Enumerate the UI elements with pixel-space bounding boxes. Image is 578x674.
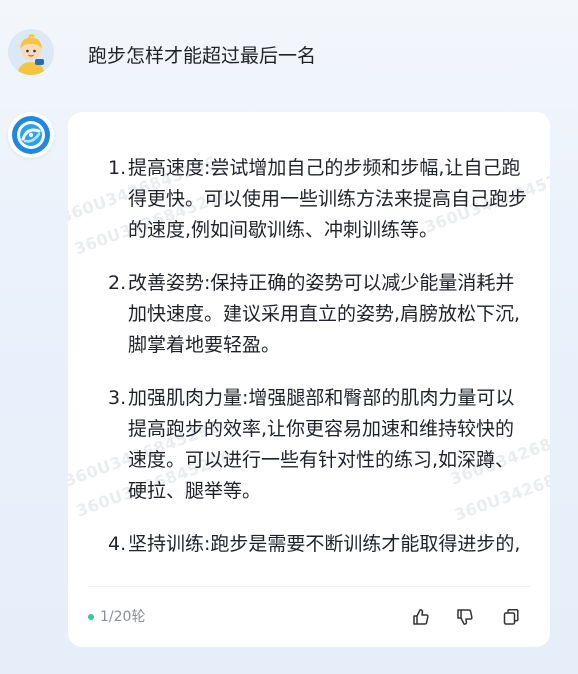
list-item: 3. 加强肌肉力量:增强腿部和臀部的肌肉力量可以提高跑步的效率,让你更容易加速和… [108, 383, 532, 507]
assistant-answer-card: 360U3426845296 360U3426845296 360U342684… [68, 112, 550, 647]
list-item-text: 提高速度:尝试增加自己的步频和步幅,让自己跑得更快。可以使用一些训练方法来提高自… [128, 157, 528, 241]
round-counter: 1/20轮 [100, 609, 146, 625]
round-status-dot [88, 614, 94, 620]
list-item-number: 3. [108, 387, 127, 409]
assistant-avatar [8, 112, 54, 158]
list-item-number: 4. [108, 533, 127, 555]
thumbs-up-icon [413, 609, 429, 625]
list-item-number: 2. [108, 272, 127, 294]
list-item-number: 1. [108, 157, 127, 179]
user-message: 跑步怎样才能超过最后一名 [0, 0, 578, 110]
thumbs-down-icon [457, 609, 473, 625]
user-avatar [8, 29, 54, 75]
card-divider [88, 586, 530, 587]
user-question-text: 跑步怎样才能超过最后一名 [88, 45, 317, 67]
list-item: 4. 坚持训练:跑步是需要不断训练才能取得进步的, [108, 529, 532, 560]
list-item-text: 坚持训练:跑步是需要不断训练才能取得进步的, [128, 533, 521, 555]
copy-icon [503, 609, 519, 625]
list-item: 1. 提高速度:尝试增加自己的步频和步幅,让自己跑得更快。可以使用一些训练方法来… [108, 153, 532, 246]
list-item-text: 改善姿势:保持正确的姿势可以减少能量消耗并加快速度。建议采用直立的姿势,肩膀放松… [128, 272, 521, 356]
thumbs-down-button[interactable] [454, 606, 476, 628]
copy-button[interactable] [500, 606, 522, 628]
list-item-text: 加强肌肉力量:增强腿部和臀部的肌肉力量可以提高跑步的效率,让你更容易加速和维持较… [128, 387, 515, 502]
answer-footer: 1/20轮 [88, 606, 530, 628]
thumbs-up-button[interactable] [410, 606, 432, 628]
list-item: 2. 改善姿势:保持正确的姿势可以减少能量消耗并加快速度。建议采用直立的姿势,肩… [108, 268, 532, 361]
assistant-logo-icon [8, 112, 54, 158]
answer-list: 1. 提高速度:尝试增加自己的步频和步幅,让自己跑得更快。可以使用一些训练方法来… [108, 153, 532, 582]
